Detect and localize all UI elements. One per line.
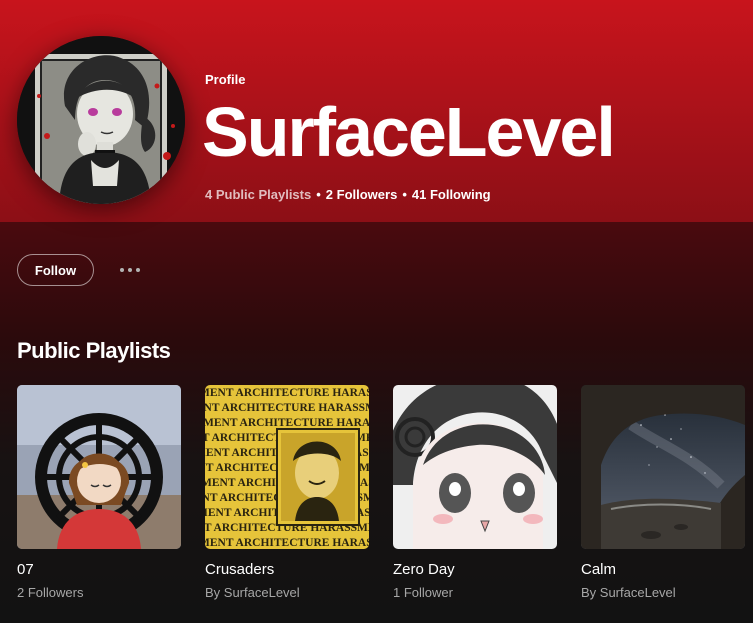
stats-separator: • [316, 187, 321, 202]
cover-pattern-text: MENT ARCHITECTURE HARASSMENT ARCHITECTUR… [205, 402, 369, 414]
playlist-cover-art: MENT ARCHITECTURE HARASSMENT ARCHITECTUR… [205, 385, 369, 549]
playlist-subtitle: By SurfaceLevel [205, 585, 300, 600]
cover-pattern-text: MENT ARCHITECTURE HARASSMENT ARCHITECTUR… [205, 417, 369, 429]
playlist-card[interactable]: 07 2 Followers [17, 385, 181, 600]
followers-count[interactable]: 2 Followers [326, 187, 398, 202]
following-count[interactable]: 41 Following [412, 187, 491, 202]
playlist-cover-art [17, 385, 181, 549]
playlist-cover [581, 385, 745, 549]
more-horizontal-icon [128, 268, 132, 272]
playlist-grid: 07 2 Followers MENT ARCHITECTURE HARASSM… [17, 385, 745, 600]
playlist-cover [393, 385, 557, 549]
public-playlists-count[interactable]: 4 Public Playlists [205, 187, 311, 202]
playlist-title[interactable]: Crusaders [205, 561, 369, 578]
profile-stats: 4 Public Playlists • 2 Followers • 41 Follow… [205, 187, 491, 202]
playlist-subtitle: 2 Followers [17, 585, 84, 600]
playlist-card[interactable]: MENT ARCHITECTURE HARASSMENT ARCHITECTUR… [205, 385, 369, 600]
playlist-subtitle: By SurfaceLevel [581, 585, 676, 600]
playlist-cover-art [581, 385, 745, 549]
playlist-title[interactable]: Calm [581, 561, 745, 578]
stats-separator: • [402, 187, 407, 202]
cover-pattern-text: MENT ARCHITECTURE HARASSMENT ARCHITECTUR… [205, 537, 369, 549]
section-title-public-playlists[interactable]: Public Playlists [17, 338, 171, 364]
playlist-card[interactable]: Zero Day 1 Follower [393, 385, 557, 600]
cover-pattern-text: MENT ARCHITECTURE HARASSMENT ARCHITECTUR… [205, 387, 369, 399]
more-horizontal-icon [120, 268, 124, 272]
follow-button[interactable]: Follow [17, 254, 94, 286]
more-horizontal-icon [136, 268, 140, 272]
playlist-card[interactable]: Calm By SurfaceLevel [581, 385, 745, 600]
playlist-subtitle: 1 Follower [393, 585, 453, 600]
profile-avatar[interactable] [17, 36, 185, 204]
playlist-title[interactable]: 07 [17, 561, 181, 578]
playlist-cover: MENT ARCHITECTURE HARASSMENT ARCHITECTUR… [205, 385, 369, 549]
playlist-cover-art [393, 385, 557, 549]
profile-type-label: Profile [205, 72, 246, 87]
playlist-title[interactable]: Zero Day [393, 561, 557, 578]
avatar-illustration [17, 36, 185, 204]
more-options-button[interactable] [112, 258, 148, 282]
profile-name: SurfaceLevel [202, 93, 616, 171]
playlist-cover [17, 385, 181, 549]
